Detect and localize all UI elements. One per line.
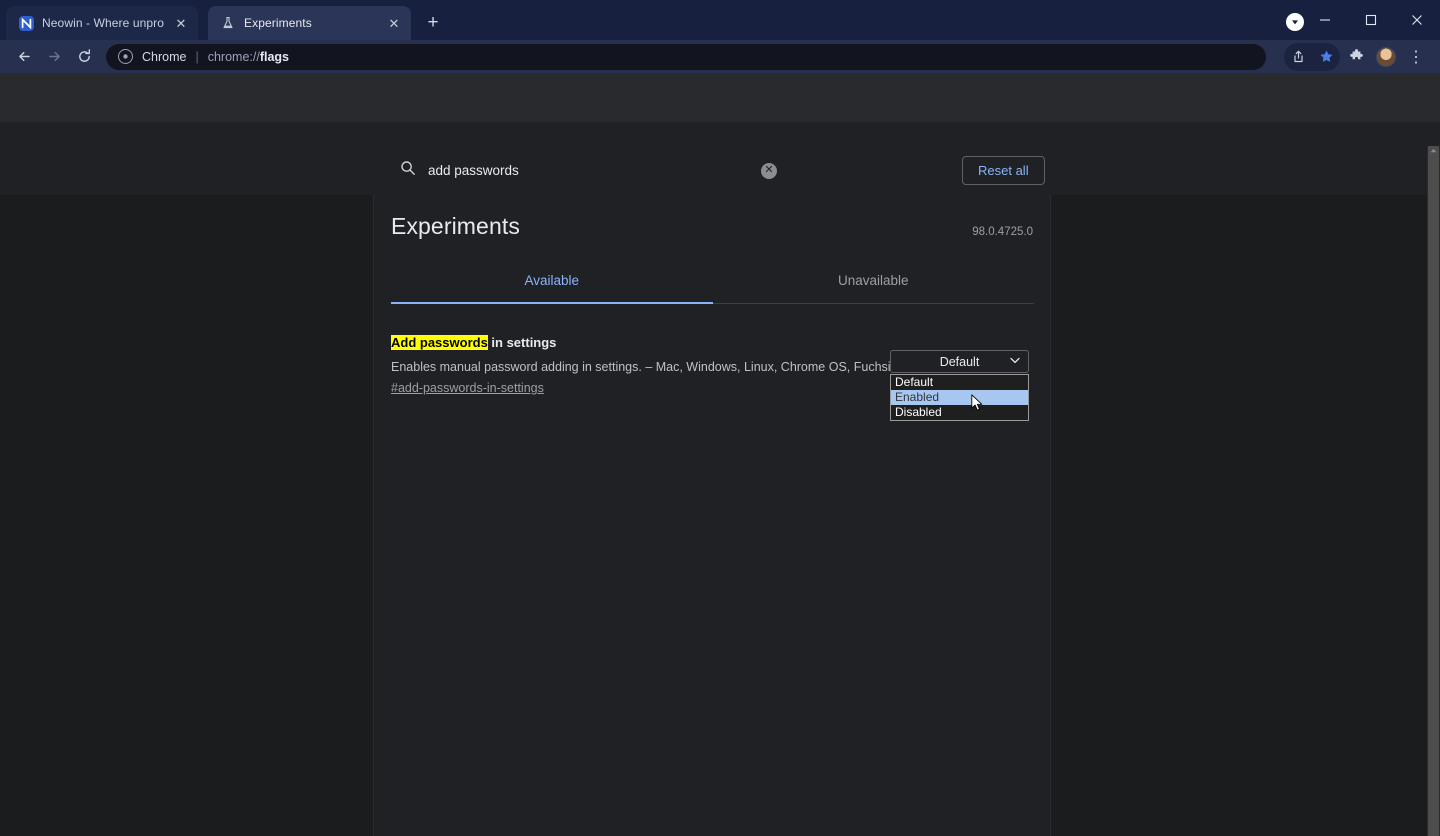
flag-title: Add passwords in settings (391, 334, 1034, 351)
select-options-list[interactable]: Default Enabled Disabled (890, 374, 1029, 421)
minimize-button[interactable] (1302, 0, 1348, 40)
flags-tabs: Available Unavailable (391, 264, 1034, 304)
maximize-button[interactable] (1348, 0, 1394, 40)
star-icon[interactable] (1312, 43, 1340, 71)
tab-experiments[interactable]: Experiments ✕ (208, 6, 411, 40)
back-icon[interactable] (10, 43, 38, 71)
search-input[interactable]: add passwords ✕ (388, 153, 787, 188)
neowin-favicon (18, 15, 34, 31)
version-label: 98.0.4725.0 (972, 226, 1033, 238)
tab-title: Neowin - Where unprofessional j (42, 16, 164, 30)
forward-icon (40, 43, 68, 71)
avatar[interactable] (1372, 43, 1400, 71)
flag-permalink[interactable]: #add-passwords-in-settings (391, 381, 544, 395)
omnibox-chip: Chrome (142, 49, 187, 64)
scroll-up-arrow-icon[interactable] (1427, 146, 1440, 154)
tab-strip: Neowin - Where unprofessional j ✕ Experi… (0, 0, 1440, 40)
close-icon[interactable]: ✕ (172, 14, 190, 32)
browser-window: Neowin - Where unprofessional j ✕ Experi… (0, 0, 1440, 836)
window-controls (1302, 0, 1440, 40)
tab-available[interactable]: Available (391, 264, 713, 304)
share-icon[interactable] (1284, 43, 1312, 71)
select-option-enabled[interactable]: Enabled (891, 390, 1028, 405)
select-closed-value[interactable]: Default (890, 350, 1029, 373)
close-button[interactable] (1394, 0, 1440, 40)
reset-all-button[interactable]: Reset all (962, 156, 1045, 185)
flags-header-bar (0, 73, 1440, 122)
flags-content-strip: Experiments 98.0.4725.0 Available Unavai… (0, 195, 1427, 836)
close-icon[interactable]: ✕ (385, 14, 403, 32)
clear-search-icon[interactable]: ✕ (761, 162, 777, 179)
select-option-disabled[interactable]: Disabled (891, 405, 1028, 420)
flag-title-rest: in settings (487, 335, 557, 350)
reload-icon[interactable] (70, 43, 98, 71)
page-scrollbar[interactable] (1427, 146, 1440, 836)
scrollbar-thumb[interactable] (1428, 146, 1439, 836)
flask-icon (220, 15, 236, 31)
tab-unavailable[interactable]: Unavailable (713, 264, 1035, 303)
url-path: flags (259, 49, 290, 64)
url-prefix: chrome:// (207, 49, 260, 64)
flags-card: Experiments 98.0.4725.0 Available Unavai… (373, 195, 1051, 836)
chrome-menu-icon[interactable]: ⋮ (1402, 43, 1430, 71)
new-tab-button[interactable]: + (419, 9, 447, 37)
omnibox-url: chrome://flags (208, 50, 289, 64)
omnibox-separator: | (195, 49, 199, 64)
tab-title: Experiments (244, 16, 312, 30)
flags-page: add passwords ✕ Reset all Experiments 98… (0, 73, 1440, 836)
flag-state-select[interactable]: Default Default Enabled Disabled (890, 350, 1029, 421)
search-match-highlight: Add passwords (391, 335, 488, 350)
chevron-down-icon (1010, 355, 1020, 367)
tab-neowin[interactable]: Neowin - Where unprofessional j ✕ (6, 6, 198, 40)
select-option-default[interactable]: Default (891, 375, 1028, 390)
select-value-label: Default (939, 354, 980, 369)
search-input-value[interactable]: add passwords (428, 163, 749, 178)
toolbar-right-actions: ⋮ (1284, 42, 1430, 71)
puzzle-icon[interactable] (1342, 43, 1370, 71)
page-title: Experiments (391, 213, 520, 239)
chrome-icon (118, 49, 133, 64)
search-icon (400, 160, 416, 181)
browser-toolbar: Chrome | chrome://flags ⋮ (0, 40, 1440, 73)
address-bar[interactable]: Chrome | chrome://flags (106, 43, 1266, 70)
